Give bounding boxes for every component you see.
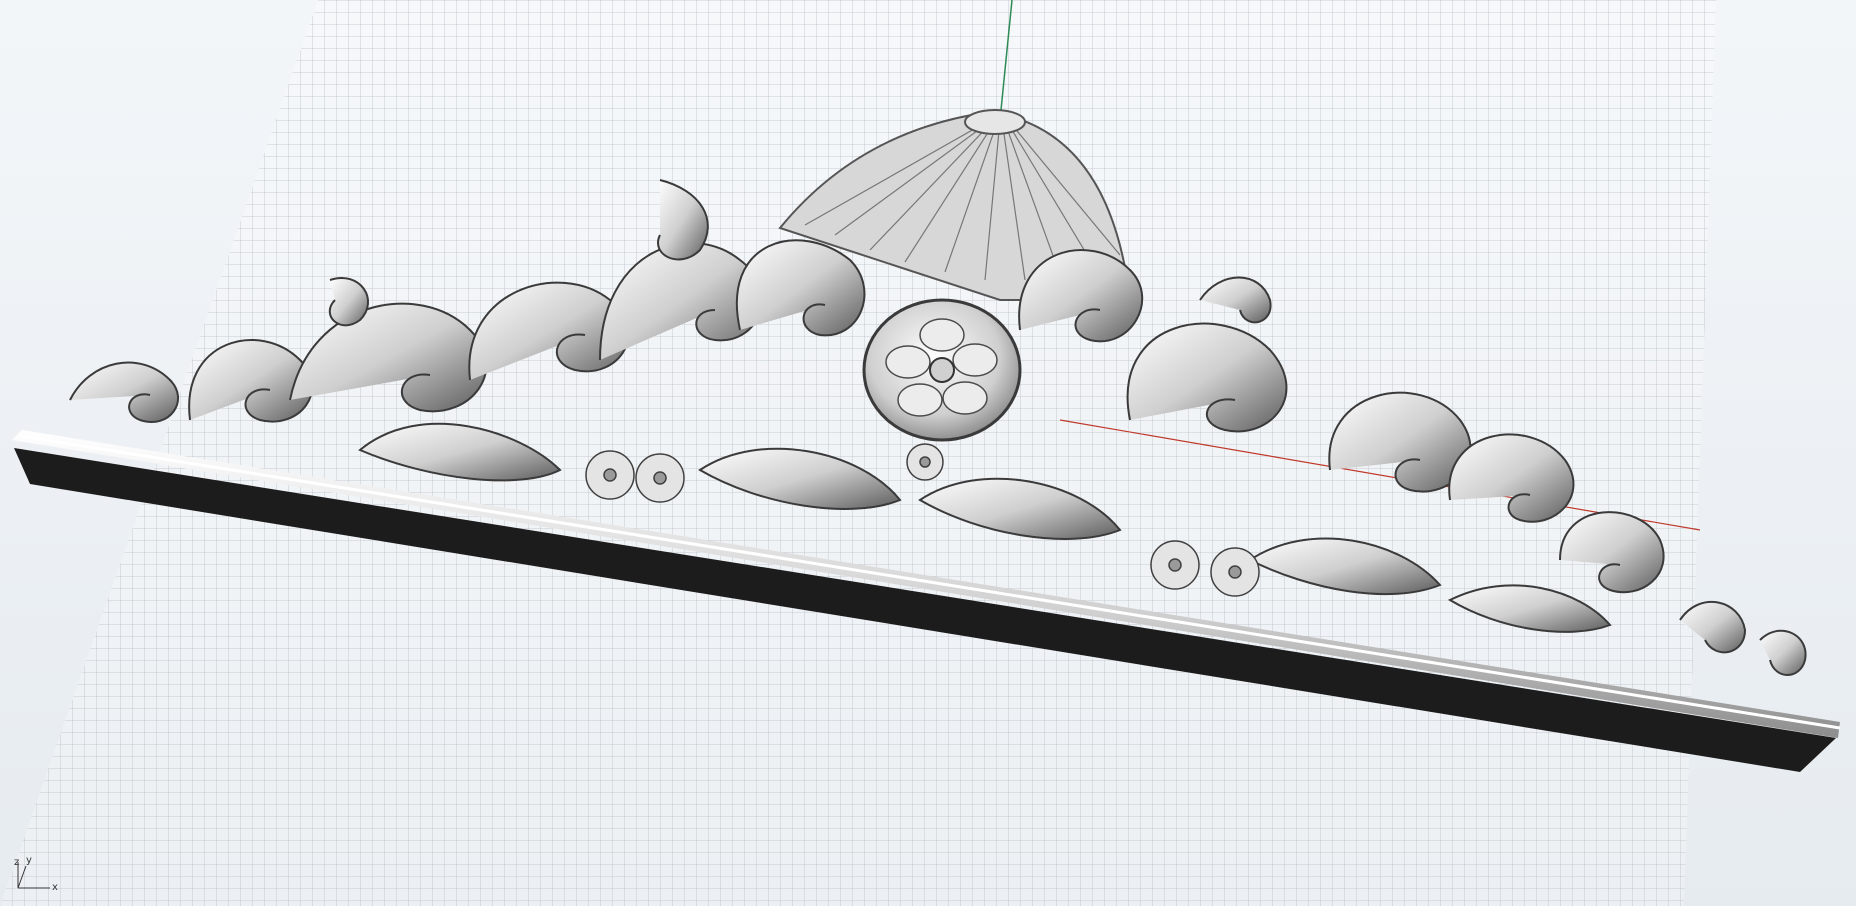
3d-viewport[interactable]: x y z	[0, 0, 1856, 906]
axis-x-label: x	[52, 882, 58, 893]
flower-center	[906, 443, 944, 481]
axis-y-label: y	[26, 855, 32, 866]
central-rosette	[862, 298, 1022, 442]
axis-z-label: z	[14, 857, 20, 868]
viewport-scene[interactable]	[0, 0, 1856, 906]
axis-orientation-widget: x y z	[10, 852, 70, 898]
